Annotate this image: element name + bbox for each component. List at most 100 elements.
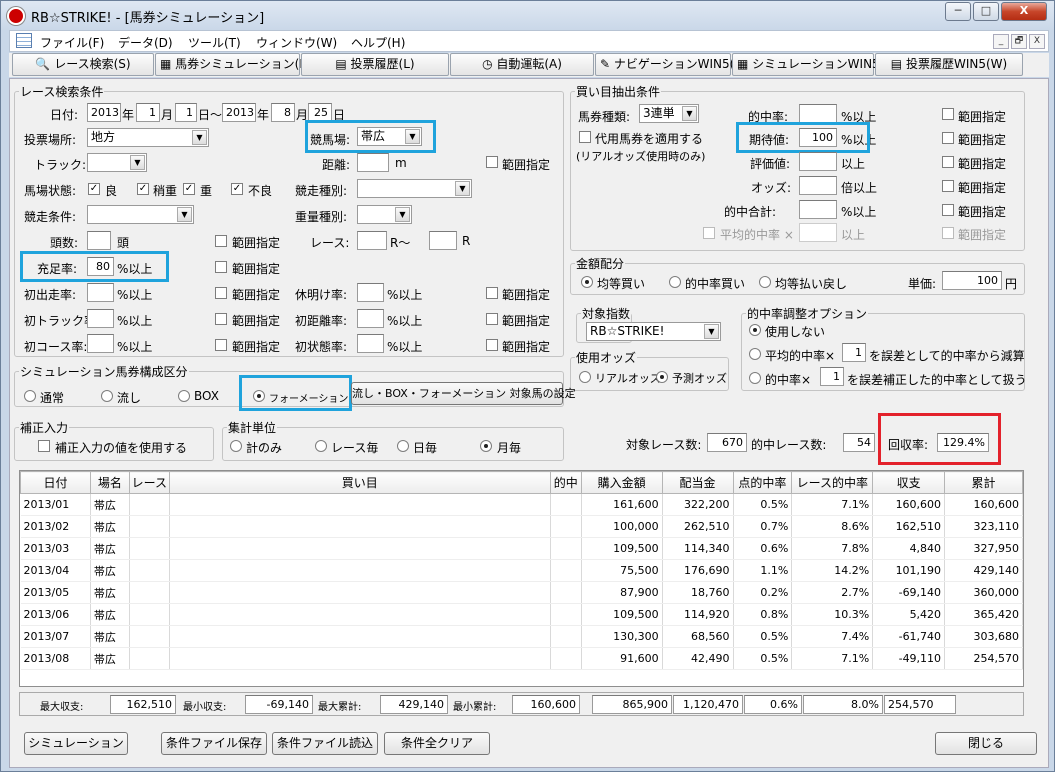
column-header[interactable]: レース的中率 (791, 471, 874, 494)
adjust-avg-radio[interactable] (749, 348, 761, 360)
first-status-range-checkbox[interactable] (486, 339, 498, 351)
table-row[interactable]: 2013/04 帯広 75,500 176,690 1.1% 14.2% 101,190 42… (20, 559, 1023, 582)
table-row[interactable]: 2013/08 帯広 91,600 42,490 0.5% 7.1% -49,110 254,… (20, 647, 1023, 670)
cond-bad-checkbox[interactable]: ✓ (231, 183, 243, 195)
load-conditions-button[interactable]: 条件ファイル読込 (272, 732, 378, 755)
normal-radio[interactable] (24, 390, 36, 402)
rest-rate-input[interactable] (357, 283, 384, 302)
end-month-input[interactable]: 8 (271, 103, 295, 122)
table-row[interactable]: 2013/05 帯広 87,900 18,760 0.2% 2.7% -69,140 360,… (20, 581, 1023, 604)
agg-day-radio[interactable] (397, 440, 409, 452)
column-header[interactable]: レース (128, 471, 170, 494)
navigation-win5-button[interactable]: ✎ ナビゲーションWIN5(N) (595, 53, 748, 76)
column-header[interactable]: 購入金額 (580, 471, 663, 494)
real-odds-radio[interactable] (579, 371, 591, 383)
hit-rate-range-checkbox[interactable] (942, 108, 954, 120)
end-year-input[interactable]: 2013 (222, 103, 256, 122)
minimize-button[interactable]: ─ (945, 2, 971, 21)
adjust-avg-input[interactable]: 1 (842, 343, 866, 362)
hit-total-input[interactable] (799, 200, 837, 219)
first-track-range-checkbox[interactable] (215, 313, 227, 325)
mdi-minimize-button[interactable]: _ (993, 34, 1009, 49)
avg-hit-range-checkbox[interactable] (942, 227, 954, 239)
distance-range-checkbox[interactable] (486, 156, 498, 168)
hit-rate-input[interactable] (799, 104, 837, 123)
eval-range-checkbox[interactable] (942, 156, 954, 168)
avg-hit-input[interactable] (799, 223, 837, 242)
agg-race-radio[interactable] (315, 440, 327, 452)
distance-input[interactable] (357, 153, 389, 172)
first-run-input[interactable] (87, 283, 114, 302)
column-header[interactable]: 的中 (549, 471, 582, 494)
simulation-win5-button[interactable]: ▦ シミュレーションWIN5(I) (732, 53, 893, 76)
mdi-close-button[interactable]: X (1029, 34, 1045, 49)
column-header[interactable]: 買い目 (168, 471, 551, 494)
table-row[interactable]: 2013/01 帯広 161,600 322,200 0.5% 7.1% 160,600 16… (20, 493, 1023, 516)
table-row[interactable]: 2013/07 帯広 130,300 68,560 0.5% 7.4% -61,740 303… (20, 625, 1023, 648)
close-window-button[interactable]: X (1001, 2, 1047, 21)
vote-history-win5-button[interactable]: ▤ 投票履歴WIN5(W) (875, 53, 1023, 76)
table-row[interactable]: 2013/02 帯広 100,000 262,510 0.7% 8.6% 162,510 32… (20, 515, 1023, 538)
start-year-input[interactable]: 2013 (87, 103, 121, 122)
vote-history-button[interactable]: ▤ 投票履歴(L) (301, 53, 449, 76)
nagashi-radio[interactable] (101, 390, 113, 402)
cond-slightly-heavy-checkbox[interactable]: ✓ (137, 183, 149, 195)
heads-input[interactable] (87, 231, 111, 250)
start-day-input[interactable]: 1 (175, 103, 197, 122)
save-conditions-button[interactable]: 条件ファイル保存 (161, 732, 267, 755)
target-horse-setting-button[interactable]: 流し・BOX・フォーメーション 対象馬の設定 (351, 382, 576, 405)
heads-range-checkbox[interactable] (215, 235, 227, 247)
race-to-input[interactable] (429, 231, 457, 250)
close-button[interactable]: 閉じる (935, 732, 1037, 755)
unit-price-input[interactable]: 100 (942, 271, 1002, 290)
first-distance-range-checkbox[interactable] (486, 313, 498, 325)
bet-simulation-button[interactable]: ▦ 馬券シミュレーション(B) (155, 53, 312, 76)
cond-good-checkbox[interactable]: ✓ (88, 183, 100, 195)
column-header[interactable]: 場名 (89, 471, 130, 494)
menu-tools[interactable]: ツール(T) (188, 34, 241, 51)
menu-window[interactable]: ウィンドウ(W) (256, 34, 337, 51)
agg-month-radio[interactable] (480, 440, 492, 452)
fill-range-checkbox[interactable] (215, 261, 227, 273)
bet-type-select[interactable]: 3連単 ▼ (639, 104, 699, 123)
first-distance-input[interactable] (357, 309, 384, 328)
simulate-button[interactable]: シミュレーション (24, 732, 128, 755)
menu-data[interactable]: データ(D) (118, 34, 173, 51)
results-table[interactable]: 日付 場名 レース 買い目 的中 購入金額 配当金 点的中率 レース的中率 収支 累計 2013/0… (19, 470, 1024, 687)
first-status-input[interactable] (357, 334, 384, 353)
hit-total-range-checkbox[interactable] (942, 204, 954, 216)
first-course-range-checkbox[interactable] (215, 339, 227, 351)
adjust-none-radio[interactable] (749, 324, 761, 336)
menu-file[interactable]: ファイル(F) (40, 34, 104, 51)
auto-run-button[interactable]: ◷ 自動運転(A) (450, 53, 594, 76)
cond-heavy-checkbox[interactable]: ✓ (183, 183, 195, 195)
column-header[interactable]: 配当金 (661, 471, 734, 494)
mdi-restore-button[interactable]: 🗗 (1011, 34, 1027, 49)
maximize-button[interactable]: □ (973, 2, 999, 21)
substitute-bet-checkbox[interactable] (579, 131, 591, 143)
eval-value-input[interactable] (799, 152, 837, 171)
equal-payout-radio[interactable] (759, 276, 771, 288)
hit-rate-buy-radio[interactable] (669, 276, 681, 288)
race-type-select[interactable]: ▼ (357, 179, 472, 198)
race-search-button[interactable]: 🔍 レース検索(S) (12, 53, 154, 76)
column-header[interactable]: 日付 (20, 471, 91, 494)
odds-input[interactable] (799, 176, 837, 195)
column-header[interactable]: 点的中率 (732, 471, 793, 494)
clear-conditions-button[interactable]: 条件全クリア (384, 732, 490, 755)
weight-type-select[interactable]: ▼ (357, 205, 412, 224)
race-condition-select[interactable]: ▼ (87, 205, 194, 224)
adjust-hit-input[interactable]: 1 (820, 367, 844, 386)
odds-range-checkbox[interactable] (942, 180, 954, 192)
adjust-hit-radio[interactable] (749, 372, 761, 384)
race-from-input[interactable] (357, 231, 387, 250)
first-track-input[interactable] (87, 309, 114, 328)
column-header[interactable]: 累計 (944, 471, 1023, 494)
table-row[interactable]: 2013/06 帯広 109,500 114,920 0.8% 10.3% 5,420 365… (20, 603, 1023, 626)
table-row[interactable]: 2013/03 帯広 109,500 114,340 0.6% 7.8% 4,840 327,… (20, 537, 1023, 560)
agg-total-radio[interactable] (230, 440, 242, 452)
track-select[interactable]: ▼ (87, 153, 147, 172)
menu-help[interactable]: ヘルプ(H) (351, 34, 405, 51)
column-header[interactable]: 収支 (872, 471, 946, 494)
avg-hit-checkbox[interactable] (703, 227, 715, 239)
